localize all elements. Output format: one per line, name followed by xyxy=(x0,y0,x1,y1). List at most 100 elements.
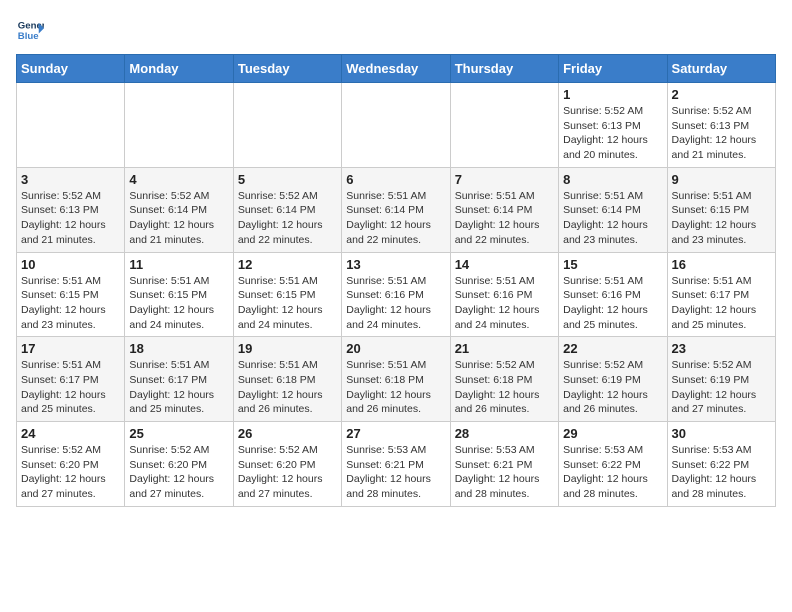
day-info: Sunrise: 5:52 AMSunset: 6:20 PMDaylight:… xyxy=(21,443,120,502)
weekday-header-tuesday: Tuesday xyxy=(233,55,341,83)
calendar-week-2: 3 Sunrise: 5:52 AMSunset: 6:13 PMDaylight… xyxy=(17,167,776,252)
calendar-cell xyxy=(233,83,341,168)
weekday-header-monday: Monday xyxy=(125,55,233,83)
day-number: 22 xyxy=(563,341,662,356)
day-info: Sunrise: 5:51 AMSunset: 6:15 PMDaylight:… xyxy=(238,274,337,333)
calendar-cell: 29 Sunrise: 5:53 AMSunset: 6:22 PMDayligh… xyxy=(559,422,667,507)
day-number: 28 xyxy=(455,426,554,441)
day-number: 10 xyxy=(21,257,120,272)
day-info: Sunrise: 5:52 AMSunset: 6:19 PMDaylight:… xyxy=(672,358,771,417)
day-info: Sunrise: 5:51 AMSunset: 6:16 PMDaylight:… xyxy=(563,274,662,333)
calendar-cell: 22 Sunrise: 5:52 AMSunset: 6:19 PMDayligh… xyxy=(559,337,667,422)
day-info: Sunrise: 5:52 AMSunset: 6:13 PMDaylight:… xyxy=(672,104,771,163)
calendar-cell: 21 Sunrise: 5:52 AMSunset: 6:18 PMDayligh… xyxy=(450,337,558,422)
day-number: 19 xyxy=(238,341,337,356)
day-number: 8 xyxy=(563,172,662,187)
calendar-cell: 14Sunrise: 5:51 AMSunset: 6:16 PMDayligh… xyxy=(450,252,558,337)
calendar-cell: 11 Sunrise: 5:51 AMSunset: 6:15 PMDayligh… xyxy=(125,252,233,337)
day-info: Sunrise: 5:51 AMSunset: 6:15 PMDaylight:… xyxy=(129,274,228,333)
day-info: Sunrise: 5:52 AMSunset: 6:19 PMDaylight:… xyxy=(563,358,662,417)
calendar-week-4: 17 Sunrise: 5:51 AMSunset: 6:17 PMDayligh… xyxy=(17,337,776,422)
calendar-cell: 9Sunrise: 5:51 AMSunset: 6:15 PMDaylight… xyxy=(667,167,775,252)
day-info: Sunrise: 5:52 AMSunset: 6:13 PMDaylight:… xyxy=(563,104,662,163)
weekday-header-thursday: Thursday xyxy=(450,55,558,83)
calendar-cell: 5Sunrise: 5:52 AMSunset: 6:14 PMDaylight… xyxy=(233,167,341,252)
day-number: 14 xyxy=(455,257,554,272)
calendar-cell: 12Sunrise: 5:51 AMSunset: 6:15 PMDayligh… xyxy=(233,252,341,337)
day-number: 1 xyxy=(563,87,662,102)
calendar-cell: 28 Sunrise: 5:53 AMSunset: 6:21 PMDayligh… xyxy=(450,422,558,507)
day-number: 6 xyxy=(346,172,445,187)
calendar-cell: 26 Sunrise: 5:52 AMSunset: 6:20 PMDayligh… xyxy=(233,422,341,507)
day-number: 26 xyxy=(238,426,337,441)
day-info: Sunrise: 5:53 AMSunset: 6:22 PMDaylight:… xyxy=(672,443,771,502)
calendar-week-5: 24 Sunrise: 5:52 AMSunset: 6:20 PMDayligh… xyxy=(17,422,776,507)
calendar-cell: 6 Sunrise: 5:51 AMSunset: 6:14 PMDaylight… xyxy=(342,167,450,252)
calendar-cell: 15 Sunrise: 5:51 AMSunset: 6:16 PMDayligh… xyxy=(559,252,667,337)
day-number: 27 xyxy=(346,426,445,441)
day-info: Sunrise: 5:53 AMSunset: 6:22 PMDaylight:… xyxy=(563,443,662,502)
day-info: Sunrise: 5:51 AMSunset: 6:14 PMDaylight:… xyxy=(455,189,554,248)
day-info: Sunrise: 5:53 AMSunset: 6:21 PMDaylight:… xyxy=(346,443,445,502)
calendar-cell xyxy=(450,83,558,168)
logo-icon: General Blue xyxy=(16,16,44,44)
calendar-cell: 4Sunrise: 5:52 AMSunset: 6:14 PMDaylight… xyxy=(125,167,233,252)
calendar-cell: 16 Sunrise: 5:51 AMSunset: 6:17 PMDayligh… xyxy=(667,252,775,337)
day-number: 24 xyxy=(21,426,120,441)
day-info: Sunrise: 5:51 AMSunset: 6:17 PMDaylight:… xyxy=(21,358,120,417)
day-info: Sunrise: 5:51 AMSunset: 6:17 PMDaylight:… xyxy=(672,274,771,333)
day-number: 25 xyxy=(129,426,228,441)
calendar-cell: 13 Sunrise: 5:51 AMSunset: 6:16 PMDayligh… xyxy=(342,252,450,337)
calendar-cell: 23 Sunrise: 5:52 AMSunset: 6:19 PMDayligh… xyxy=(667,337,775,422)
calendar-cell: 2Sunrise: 5:52 AMSunset: 6:13 PMDaylight… xyxy=(667,83,775,168)
day-info: Sunrise: 5:52 AMSunset: 6:18 PMDaylight:… xyxy=(455,358,554,417)
day-info: Sunrise: 5:51 AMSunset: 6:16 PMDaylight:… xyxy=(346,274,445,333)
calendar-week-1: 1 Sunrise: 5:52 AMSunset: 6:13 PMDaylight… xyxy=(17,83,776,168)
day-info: Sunrise: 5:51 AMSunset: 6:18 PMDaylight:… xyxy=(346,358,445,417)
calendar-cell xyxy=(342,83,450,168)
day-info: Sunrise: 5:51 AMSunset: 6:15 PMDaylight:… xyxy=(672,189,771,248)
header: General Blue xyxy=(16,16,776,44)
day-number: 3 xyxy=(21,172,120,187)
day-number: 20 xyxy=(346,341,445,356)
weekday-header-row: SundayMondayTuesdayWednesdayThursdayFrid… xyxy=(17,55,776,83)
day-number: 17 xyxy=(21,341,120,356)
day-info: Sunrise: 5:51 AMSunset: 6:14 PMDaylight:… xyxy=(346,189,445,248)
calendar-cell: 24 Sunrise: 5:52 AMSunset: 6:20 PMDayligh… xyxy=(17,422,125,507)
calendar-cell: 17 Sunrise: 5:51 AMSunset: 6:17 PMDayligh… xyxy=(17,337,125,422)
calendar-cell: 10 Sunrise: 5:51 AMSunset: 6:15 PMDayligh… xyxy=(17,252,125,337)
day-number: 4 xyxy=(129,172,228,187)
day-info: Sunrise: 5:52 AMSunset: 6:14 PMDaylight:… xyxy=(238,189,337,248)
calendar-cell: 3 Sunrise: 5:52 AMSunset: 6:13 PMDaylight… xyxy=(17,167,125,252)
day-number: 18 xyxy=(129,341,228,356)
day-info: Sunrise: 5:51 AMSunset: 6:14 PMDaylight:… xyxy=(563,189,662,248)
calendar-week-3: 10 Sunrise: 5:51 AMSunset: 6:15 PMDayligh… xyxy=(17,252,776,337)
calendar-cell: 18Sunrise: 5:51 AMSunset: 6:17 PMDayligh… xyxy=(125,337,233,422)
day-info: Sunrise: 5:52 AMSunset: 6:20 PMDaylight:… xyxy=(129,443,228,502)
day-number: 11 xyxy=(129,257,228,272)
day-info: Sunrise: 5:53 AMSunset: 6:21 PMDaylight:… xyxy=(455,443,554,502)
weekday-header-sunday: Sunday xyxy=(17,55,125,83)
day-info: Sunrise: 5:51 AMSunset: 6:18 PMDaylight:… xyxy=(238,358,337,417)
calendar-cell: 25 Sunrise: 5:52 AMSunset: 6:20 PMDayligh… xyxy=(125,422,233,507)
day-number: 30 xyxy=(672,426,771,441)
day-info: Sunrise: 5:52 AMSunset: 6:13 PMDaylight:… xyxy=(21,189,120,248)
day-info: Sunrise: 5:52 AMSunset: 6:20 PMDaylight:… xyxy=(238,443,337,502)
day-number: 7 xyxy=(455,172,554,187)
day-number: 13 xyxy=(346,257,445,272)
calendar-cell xyxy=(125,83,233,168)
day-number: 15 xyxy=(563,257,662,272)
day-info: Sunrise: 5:51 AMSunset: 6:15 PMDaylight:… xyxy=(21,274,120,333)
calendar-cell: 27 Sunrise: 5:53 AMSunset: 6:21 PMDayligh… xyxy=(342,422,450,507)
calendar-cell: 20 Sunrise: 5:51 AMSunset: 6:18 PMDayligh… xyxy=(342,337,450,422)
weekday-header-saturday: Saturday xyxy=(667,55,775,83)
logo: General Blue xyxy=(16,16,48,44)
weekday-header-friday: Friday xyxy=(559,55,667,83)
day-number: 16 xyxy=(672,257,771,272)
calendar-table: SundayMondayTuesdayWednesdayThursdayFrid… xyxy=(16,54,776,507)
day-number: 23 xyxy=(672,341,771,356)
day-number: 29 xyxy=(563,426,662,441)
calendar-cell: 30 Sunrise: 5:53 AMSunset: 6:22 PMDayligh… xyxy=(667,422,775,507)
svg-text:Blue: Blue xyxy=(18,31,39,42)
day-number: 21 xyxy=(455,341,554,356)
